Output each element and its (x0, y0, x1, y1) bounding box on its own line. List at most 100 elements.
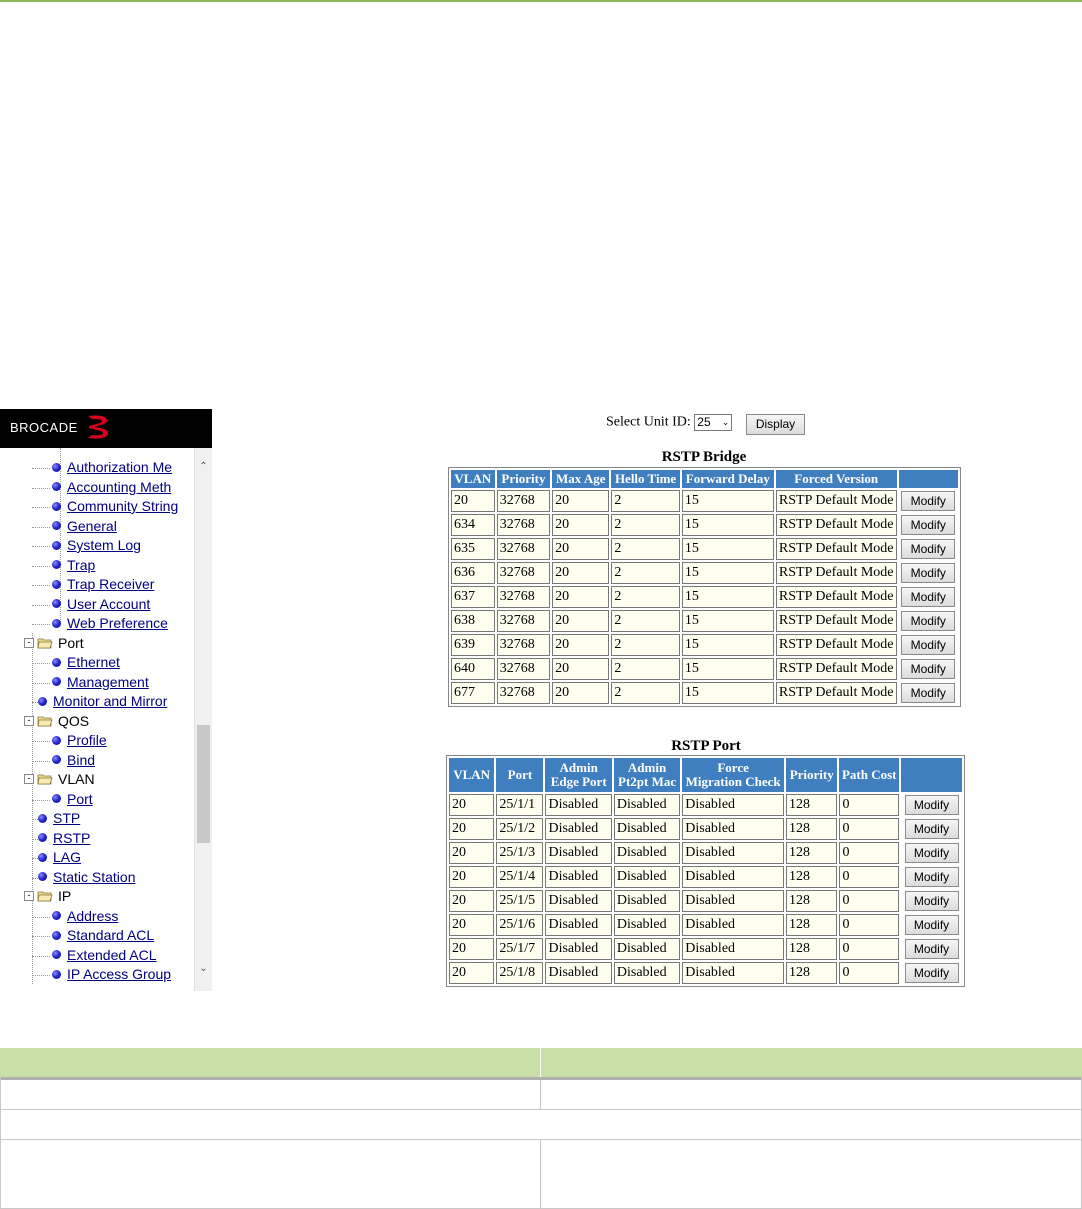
sidebar-item-ethernet[interactable]: Ethernet (32, 653, 120, 672)
modify-button[interactable]: Modify (901, 515, 956, 535)
sidebar-scrollbar[interactable]: ⌃ ⌄ (194, 448, 212, 991)
port-cell[interactable]: 20 (449, 866, 495, 888)
port-cell[interactable]: 128 (786, 938, 838, 960)
sidebar-item-web-preference[interactable]: Web Preference (32, 614, 168, 633)
port-cell[interactable]: 20 (449, 818, 495, 840)
unit-id-select[interactable]: 25 ⌄ (694, 414, 733, 431)
sidebar-item-monitor-and-mirror[interactable]: Monitor and Mirror (32, 692, 167, 711)
sidebar-item-address[interactable]: Address (32, 907, 118, 926)
bridge-cell[interactable]: RSTP Default Mode (775, 682, 897, 704)
bridge-cell[interactable]: 20 (552, 538, 610, 560)
bridge-cell[interactable]: RSTP Default Mode (775, 610, 897, 632)
modify-button[interactable]: Modify (901, 635, 956, 655)
port-cell[interactable]: Disabled (682, 794, 784, 816)
port-cell[interactable]: 20 (449, 938, 495, 960)
port-cell[interactable]: 25/1/2 (496, 818, 544, 840)
port-cell[interactable]: 128 (786, 794, 838, 816)
bridge-cell[interactable]: 2 (611, 538, 680, 560)
modify-button[interactable]: Modify (904, 891, 959, 911)
bridge-cell[interactable]: 639 (451, 634, 495, 656)
port-cell[interactable]: 25/1/8 (496, 962, 544, 984)
port-cell[interactable]: Disabled (682, 866, 784, 888)
modify-button[interactable]: Modify (901, 539, 956, 559)
bridge-cell[interactable]: 32768 (496, 490, 551, 512)
port-cell[interactable]: 128 (786, 842, 838, 864)
port-cell[interactable]: 20 (449, 794, 495, 816)
port-cell[interactable]: 0 (839, 890, 899, 912)
port-cell[interactable]: 20 (449, 842, 495, 864)
port-cell[interactable]: Disabled (613, 842, 681, 864)
sidebar-item-profile[interactable]: Profile (32, 731, 107, 750)
scroll-down-icon[interactable]: ⌄ (195, 960, 212, 977)
port-cell[interactable]: Disabled (613, 962, 681, 984)
bridge-cell[interactable]: 15 (681, 610, 774, 632)
modify-button[interactable]: Modify (901, 587, 956, 607)
port-cell[interactable]: Disabled (682, 962, 784, 984)
port-cell[interactable]: 20 (449, 914, 495, 936)
port-cell[interactable]: Disabled (545, 914, 612, 936)
collapse-icon[interactable]: - (24, 891, 34, 902)
bridge-cell[interactable]: 15 (681, 586, 774, 608)
port-cell[interactable]: Disabled (613, 938, 681, 960)
port-cell[interactable]: 25/1/7 (496, 938, 544, 960)
bridge-cell[interactable]: 640 (451, 658, 495, 680)
bridge-cell[interactable]: 2 (611, 610, 680, 632)
port-cell[interactable]: Disabled (682, 818, 784, 840)
port-cell[interactable]: Disabled (545, 866, 612, 888)
bridge-cell[interactable]: 2 (611, 562, 680, 584)
sidebar-item-trap-receiver[interactable]: Trap Receiver (32, 575, 154, 594)
collapse-icon[interactable]: - (24, 774, 34, 785)
port-cell[interactable]: 20 (449, 890, 495, 912)
display-button[interactable]: Display (746, 414, 805, 435)
sidebar-item-vlan[interactable]: - VLAN (24, 770, 95, 789)
bridge-cell[interactable]: 2 (611, 682, 680, 704)
port-cell[interactable]: 25/1/5 (496, 890, 544, 912)
modify-button[interactable]: Modify (904, 795, 959, 815)
collapse-icon[interactable]: - (24, 715, 34, 726)
collapse-icon[interactable]: - (24, 637, 34, 648)
bridge-cell[interactable]: 637 (451, 586, 495, 608)
scroll-thumb[interactable] (197, 725, 210, 843)
bridge-cell[interactable]: 20 (552, 682, 610, 704)
bridge-cell[interactable]: 15 (681, 490, 774, 512)
bridge-cell[interactable]: 2 (611, 658, 680, 680)
bridge-cell[interactable]: RSTP Default Mode (775, 562, 897, 584)
sidebar-item-bind[interactable]: Bind (32, 751, 95, 770)
sidebar-item-port[interactable]: Port (32, 790, 93, 809)
sidebar-item-user-account[interactable]: User Account (32, 595, 150, 614)
sidebar-item-authorization-me[interactable]: Authorization Me (32, 458, 172, 477)
bridge-cell[interactable]: 635 (451, 538, 495, 560)
port-cell[interactable]: Disabled (545, 794, 612, 816)
port-cell[interactable]: Disabled (682, 842, 784, 864)
sidebar-item-static-station[interactable]: Static Station (32, 868, 136, 887)
port-cell[interactable]: 128 (786, 818, 838, 840)
port-cell[interactable]: 0 (839, 962, 899, 984)
sidebar-item-trap[interactable]: Trap (32, 556, 95, 575)
port-cell[interactable]: 25/1/4 (496, 866, 544, 888)
bridge-cell[interactable]: 15 (681, 682, 774, 704)
sidebar-item-community-string[interactable]: Community String (32, 497, 178, 516)
bridge-cell[interactable]: RSTP Default Mode (775, 658, 897, 680)
port-cell[interactable]: 0 (839, 794, 899, 816)
bridge-cell[interactable]: 32768 (496, 514, 551, 536)
bridge-cell[interactable]: 15 (681, 658, 774, 680)
sidebar-item-accounting-meth[interactable]: Accounting Meth (32, 478, 171, 497)
bridge-cell[interactable]: 15 (681, 538, 774, 560)
port-cell[interactable]: Disabled (545, 842, 612, 864)
sidebar-item-general[interactable]: General (32, 517, 117, 536)
sidebar-item-ip-access-group[interactable]: IP Access Group (32, 965, 171, 984)
port-cell[interactable]: 20 (449, 962, 495, 984)
port-cell[interactable]: Disabled (545, 818, 612, 840)
bridge-cell[interactable]: 32768 (496, 682, 551, 704)
port-cell[interactable]: 0 (839, 914, 899, 936)
bridge-cell[interactable]: 32768 (496, 538, 551, 560)
port-cell[interactable]: Disabled (545, 890, 612, 912)
sidebar-item-ip[interactable]: - IP (24, 887, 71, 906)
bridge-cell[interactable]: 20 (552, 514, 610, 536)
bridge-cell[interactable]: RSTP Default Mode (775, 634, 897, 656)
bridge-cell[interactable]: 32768 (496, 634, 551, 656)
port-cell[interactable]: 25/1/6 (496, 914, 544, 936)
port-cell[interactable]: Disabled (545, 938, 612, 960)
bridge-cell[interactable]: RSTP Default Mode (775, 514, 897, 536)
bridge-cell[interactable]: 2 (611, 586, 680, 608)
